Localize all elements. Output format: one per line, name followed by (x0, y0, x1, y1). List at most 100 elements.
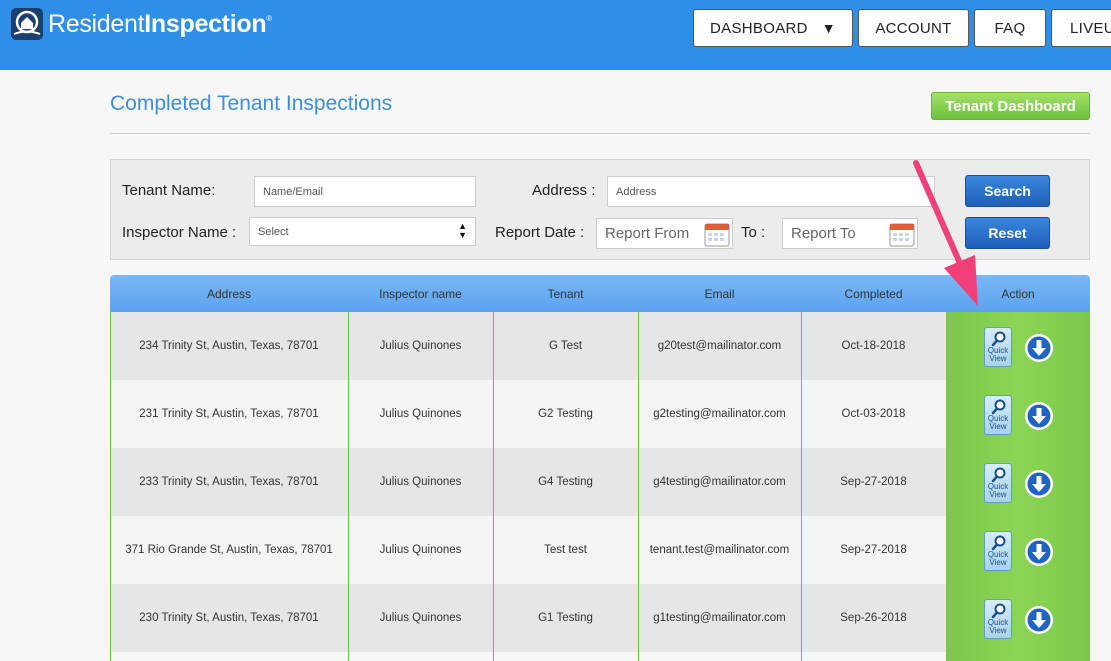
quick-view-label: Quick View (987, 618, 1009, 635)
download-icon (1025, 402, 1053, 430)
cell-address: 371 Rio Grande St, Austin, Texas, 78701 (125, 544, 333, 556)
logo[interactable]: ResidentInspection® (10, 6, 272, 42)
nav-dashboard-label: DASHBOARD (710, 19, 808, 37)
title-divider (110, 133, 1090, 134)
column-divider (493, 312, 494, 661)
calendar-icon[interactable] (889, 221, 915, 247)
report-date-label: Report Date : (495, 224, 585, 241)
quick-view-label: Quick View (987, 482, 1009, 499)
nav-liveu[interactable]: LIVEU (1051, 9, 1111, 47)
quick-view-button[interactable]: Quick View (984, 531, 1012, 571)
table-row: 371 Rio Grande St, Austin, Texas, 78701 … (110, 516, 1090, 584)
cell-inspector: Julius Quinones (379, 408, 462, 420)
cell-inspector: Julius Quinones (379, 340, 462, 352)
nav-faq[interactable]: FAQ (974, 9, 1046, 47)
column-divider (348, 312, 349, 661)
column-header-tenant[interactable]: Tenant (493, 275, 638, 312)
search-panel: Tenant Name: Name/Email Address : Addres… (110, 159, 1090, 260)
nav-dashboard[interactable]: DASHBOARD ▼ (693, 9, 853, 47)
report-to-placeholder: Report To (791, 225, 856, 242)
address-input[interactable]: Address (607, 176, 935, 207)
cell-completed: Sep-27-2018 (840, 476, 907, 488)
search-button[interactable]: Search (965, 175, 1050, 207)
column-header-action: Action (1001, 286, 1035, 301)
cell-email: tenant.test@mailinator.com (649, 544, 790, 556)
quick-view-label: Quick View (987, 550, 1009, 567)
tenant-dashboard-button[interactable]: Tenant Dashboard (931, 92, 1090, 120)
cell-completed: Sep-26-2018 (840, 612, 907, 624)
download-icon (1025, 606, 1053, 634)
download-icon (1025, 470, 1053, 498)
logo-house-icon (11, 8, 43, 40)
table-row: 230 Trinity St, Austin, Texas, 78701 Jul… (110, 584, 1090, 652)
report-from-input[interactable]: Report From (596, 218, 733, 249)
nav-liveu-label: LIVEU (1070, 19, 1111, 37)
address-label: Address : (532, 182, 596, 199)
select-arrows-icon: ▲ ▼ (458, 221, 467, 240)
report-to-input[interactable]: Report To (782, 218, 918, 249)
inspections-table: Address Inspector name Tenant Email Comp… (110, 275, 1090, 661)
cell-email: g20test@mailinator.com (657, 340, 782, 352)
cell-address: 234 Trinity St, Austin, Texas, 78701 (139, 340, 319, 352)
logo-text: ResidentInspection® (48, 9, 272, 38)
table-header: Address Inspector name Tenant Email Comp… (110, 275, 1090, 312)
download-button[interactable] (1024, 401, 1054, 431)
nav-account-label: ACCOUNT (875, 19, 952, 37)
column-header-email[interactable]: Email (638, 275, 801, 312)
cell-email: g1testing@mailinator.com (653, 612, 786, 624)
table-row: 234 Trinity St, Austin, Texas, 78701 Jul… (110, 312, 1090, 380)
top-bar: ResidentInspection® DASHBOARD ▼ ACCOUNT … (0, 0, 1111, 70)
cell-inspector: Julius Quinones (379, 476, 462, 488)
tenant-name-placeholder: Name/Email (263, 185, 323, 198)
cell-address: 233 Trinity St, Austin, Texas, 78701 (139, 476, 319, 488)
download-button[interactable] (1024, 537, 1054, 567)
nav-account[interactable]: ACCOUNT (858, 9, 969, 47)
quick-view-label: Quick View (987, 414, 1009, 431)
quick-view-button[interactable]: Quick View (984, 327, 1012, 367)
cell-tenant: G Test (548, 340, 583, 352)
table-row: 231 Trinity St, Austin, Texas, 78701 Jul… (110, 380, 1090, 448)
column-header-inspector[interactable]: Inspector name (348, 275, 493, 312)
nav-faq-label: FAQ (994, 19, 1026, 37)
quick-view-button[interactable]: Quick View (984, 599, 1012, 639)
cell-inspector: Julius Quinones (379, 612, 462, 624)
download-icon (1025, 334, 1053, 362)
to-label: To : (741, 224, 766, 241)
column-divider (110, 312, 111, 661)
inspector-name-label: Inspector Name : (122, 224, 237, 241)
quick-view-button[interactable]: Quick View (984, 463, 1012, 503)
cell-address: 231 Trinity St, Austin, Texas, 78701 (139, 408, 319, 420)
download-button[interactable] (1024, 469, 1054, 499)
download-button[interactable] (1024, 605, 1054, 635)
reset-button[interactable]: Reset (965, 217, 1050, 249)
column-divider (801, 312, 802, 661)
download-button[interactable] (1024, 333, 1054, 363)
quick-view-label: Quick View (987, 346, 1009, 363)
quick-view-icon (991, 331, 1006, 347)
column-header-address[interactable]: Address (110, 275, 348, 312)
cell-email: g4testing@mailinator.com (653, 476, 786, 488)
column-divider (638, 312, 639, 661)
cell-email: g2testing@mailinator.com (653, 408, 786, 420)
tenant-name-input[interactable]: Name/Email (254, 176, 476, 207)
cell-tenant: G2 Testing (538, 408, 593, 420)
table-row: 233 Trinity St, Austin, Texas, 78701 Jul… (110, 448, 1090, 516)
report-from-placeholder: Report From (605, 225, 690, 242)
quick-view-icon (991, 467, 1006, 483)
address-placeholder: Address (616, 185, 657, 198)
cell-address: 230 Trinity St, Austin, Texas, 78701 (139, 612, 319, 624)
chevron-down-icon: ▼ (821, 20, 836, 36)
tenant-name-label: Tenant Name: (122, 182, 216, 199)
cell-tenant: G4 Testing (538, 476, 593, 488)
quick-view-icon (991, 603, 1006, 619)
quick-view-icon (991, 535, 1006, 551)
calendar-icon[interactable] (704, 221, 730, 247)
cell-completed: Oct-03-2018 (841, 408, 906, 420)
column-header-completed[interactable]: Completed (801, 275, 946, 312)
action-column (946, 312, 1090, 661)
page-title: Completed Tenant Inspections (110, 92, 393, 115)
cell-completed: Sep-27-2018 (840, 544, 907, 556)
inspector-select[interactable]: Select ▲ ▼ (249, 217, 476, 246)
quick-view-icon (991, 399, 1006, 415)
quick-view-button[interactable]: Quick View (984, 395, 1012, 435)
